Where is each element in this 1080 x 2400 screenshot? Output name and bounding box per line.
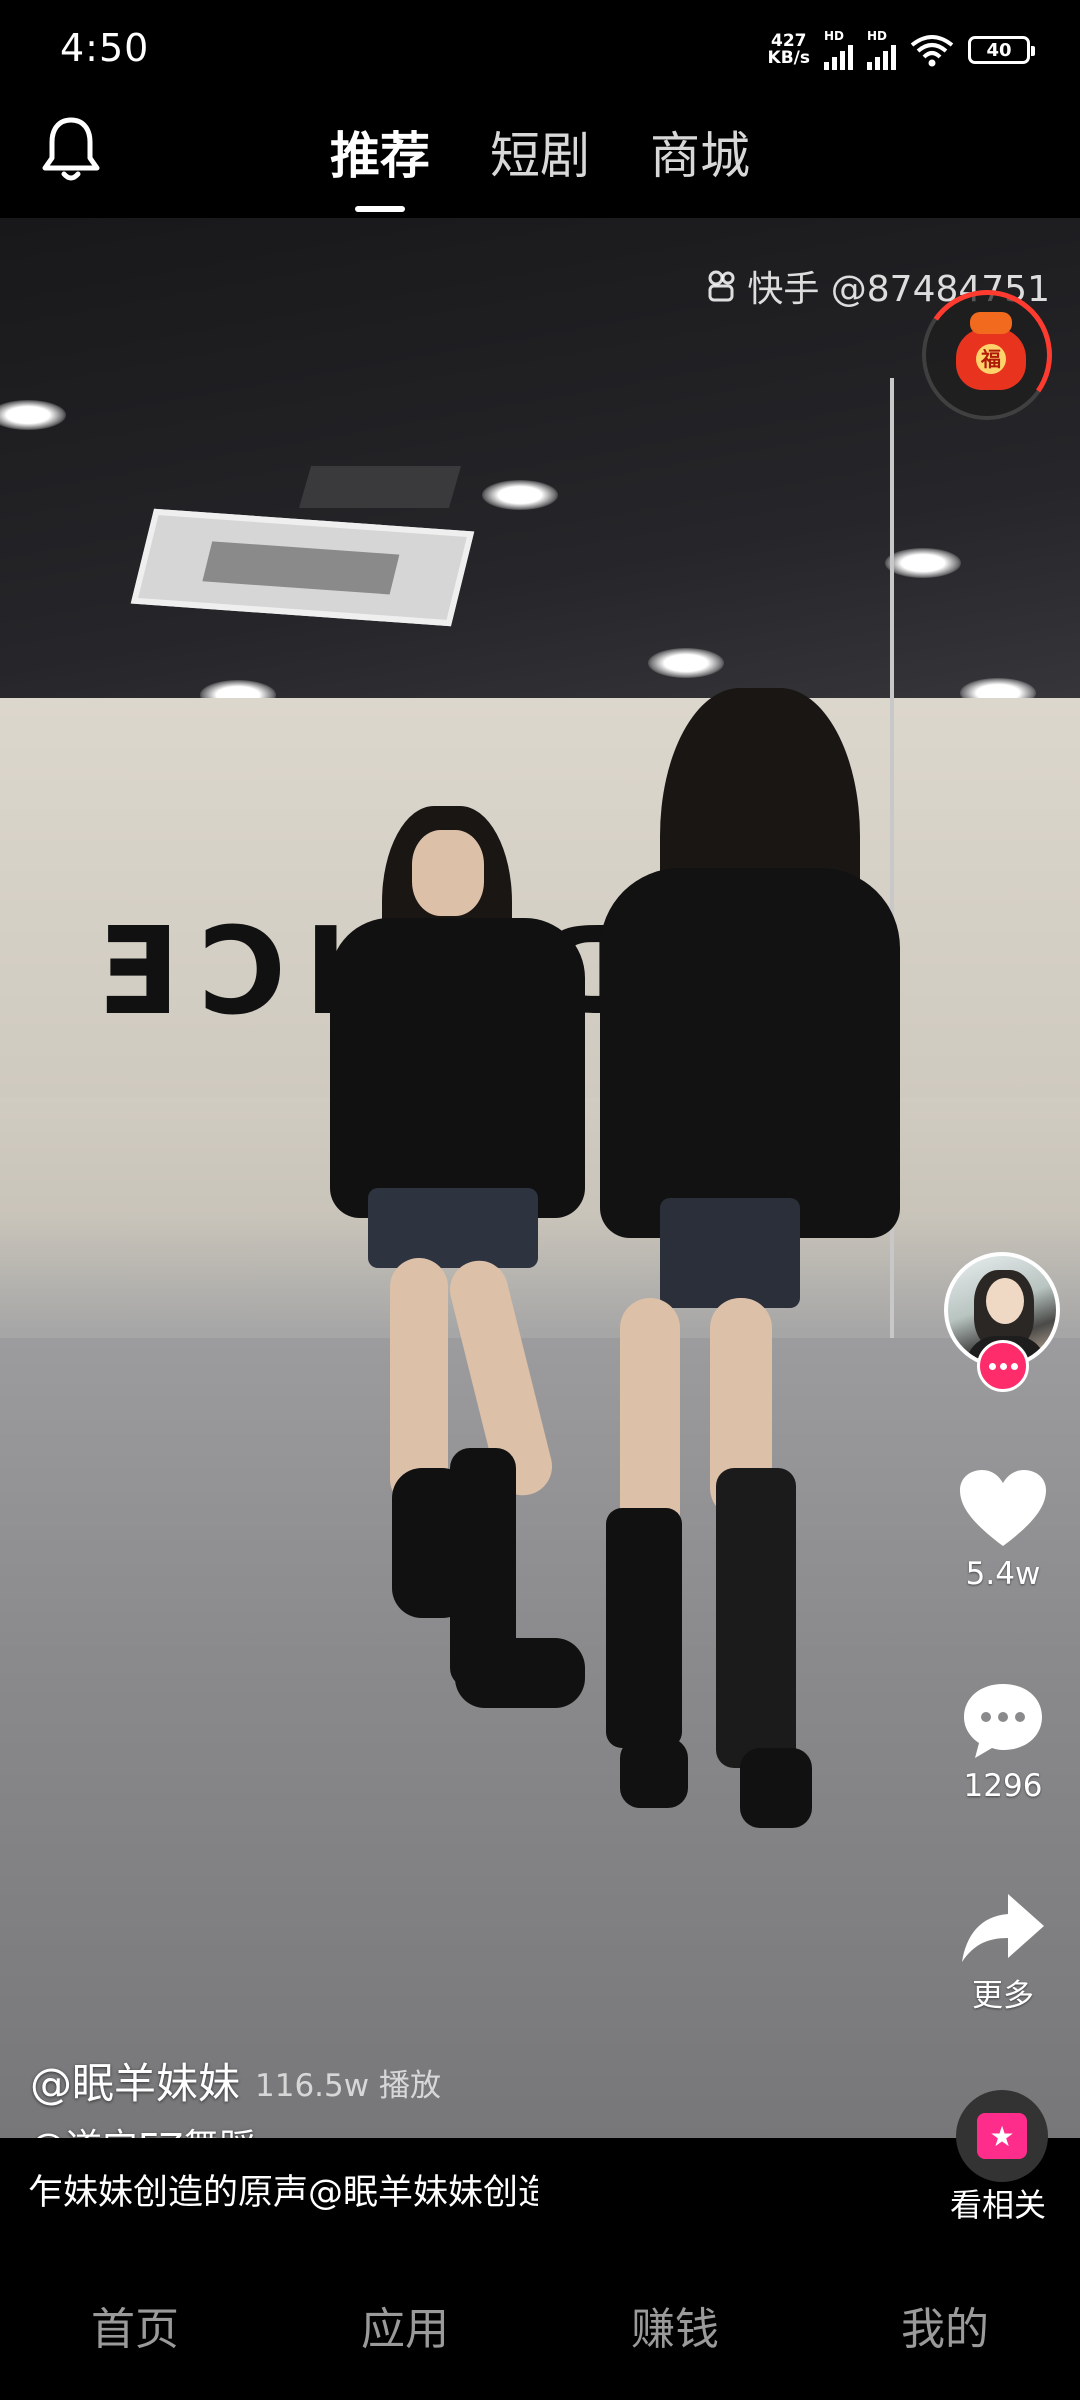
comment-button[interactable]: 1296 <box>945 1680 1061 1804</box>
ceiling-vent <box>298 466 462 508</box>
lucky-bag-icon: 福 <box>956 312 1026 390</box>
dancer-reflection <box>330 918 585 1218</box>
status-time: 4:50 <box>60 26 150 70</box>
nav-me[interactable]: 我的 <box>810 2220 1080 2400</box>
red-packet-button[interactable]: 福 <box>911 279 1063 431</box>
signal-icon: HD <box>824 30 853 70</box>
tab-short-drama[interactable]: 短剧 <box>490 116 590 212</box>
net-speed: 427 KB/s <box>767 31 810 68</box>
heart-icon <box>960 1470 1046 1546</box>
top-nav: 推荐 短剧 商城 <box>0 100 1080 218</box>
tab-recommend[interactable]: 推荐 <box>330 116 430 212</box>
nav-home[interactable]: 首页 <box>0 2220 270 2400</box>
like-count: 5.4w <box>965 1556 1041 1592</box>
follow-button[interactable] <box>977 1340 1029 1392</box>
share-arrow-icon <box>962 1894 1044 1962</box>
signal-icon: HD <box>867 30 896 70</box>
wifi-icon <box>910 35 954 67</box>
video-player[interactable]: DANCE 快手 @87484751 福 <box>0 218 1080 2138</box>
status-bar: 4:50 427 KB/s HD HD 40 <box>0 0 1080 100</box>
star-icon: ★ <box>977 2113 1027 2159</box>
related-button[interactable]: ★ <box>956 2090 1048 2182</box>
battery-icon: 40 <box>968 36 1035 64</box>
share-button[interactable]: 更多 <box>945 1892 1061 2015</box>
bottom-nav: 首页 应用 赚钱 我的 <box>0 2220 1080 2400</box>
share-label: 更多 <box>972 1978 1034 2014</box>
comment-icon <box>964 1684 1042 1758</box>
play-count: 116.5w 播放 <box>255 2068 441 2104</box>
tab-mall[interactable]: 商城 <box>650 116 750 212</box>
nav-earn[interactable]: 赚钱 <box>540 2220 810 2400</box>
music-marquee[interactable]: 乍妹妹创造的原声@眠羊妹妹创造 <box>28 2164 538 2215</box>
active-tab-indicator <box>355 206 405 212</box>
status-icons: 427 KB/s HD HD 40 <box>767 26 1035 74</box>
top-tabs: 推荐 短剧 商城 <box>0 116 1080 212</box>
author-name[interactable]: @眠羊妹妹 <box>30 2050 240 2111</box>
like-button[interactable]: 5.4w <box>945 1468 1061 1592</box>
kuaishou-logo-icon <box>708 270 735 302</box>
nav-apps[interactable]: 应用 <box>270 2220 540 2400</box>
comment-count: 1296 <box>963 1768 1043 1804</box>
